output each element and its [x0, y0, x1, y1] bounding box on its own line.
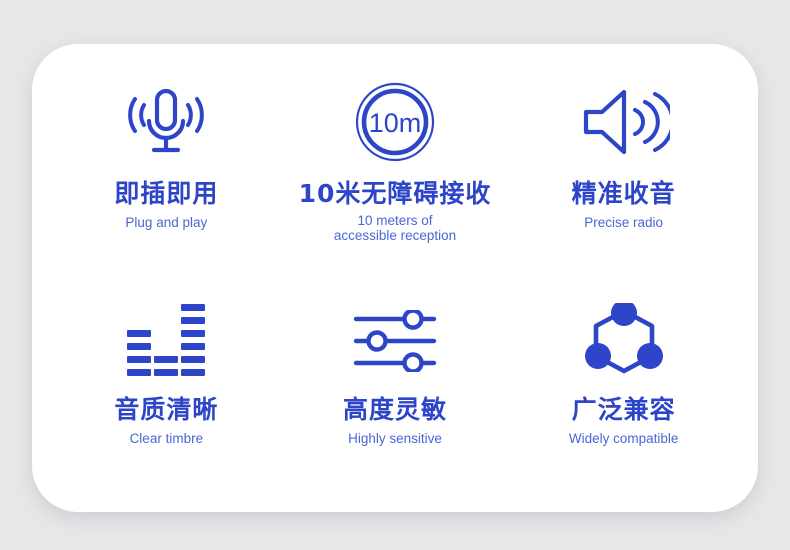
microphone-icon: [123, 76, 209, 168]
sliders-icon: [352, 298, 438, 384]
range-icon-label: 10m: [369, 108, 422, 138]
feature-subtitle: 10 meters of accessible reception: [333, 212, 457, 243]
equalizer-icon: [125, 298, 207, 384]
feature-title: 广泛兼容: [571, 395, 676, 424]
range-10m-icon: 10m: [352, 76, 438, 168]
feature-cell-highly-sensitive: 高度灵敏 Highly sensitive: [281, 276, 510, 490]
feature-subtitle: Precise radio: [584, 214, 664, 230]
feature-title: 精准收音: [571, 179, 676, 208]
feature-cell-clear-timbre: 音质清晰 Clear timbre: [52, 276, 281, 490]
feature-subtitle: Highly sensitive: [348, 430, 442, 446]
feature-subtitle: Widely compatible: [568, 430, 679, 446]
molecule-network-icon: [584, 298, 664, 384]
feature-cell-plug-and-play: 即插即用 Plug and play: [52, 62, 281, 276]
feature-title: 10米无障碍接收: [298, 179, 492, 208]
feature-cell-widely-compatible: 广泛兼容 Widely compatible: [509, 276, 738, 490]
feature-cell-10m-reception: 10m 10米无障碍接收 10 meters of accessible rec…: [281, 62, 510, 276]
feature-subtitle: Clear timbre: [129, 430, 204, 446]
speaker-waves-icon: [578, 76, 670, 168]
feature-cell-precise-radio: 精准收音 Precise radio: [509, 62, 738, 276]
feature-card: 即插即用 Plug and play 10m 10米无障碍接收 10 meter…: [32, 44, 758, 512]
feature-title: 即插即用: [114, 179, 219, 208]
feature-title: 高度灵敏: [342, 395, 447, 424]
feature-title: 音质清晰: [114, 395, 219, 424]
feature-grid-page: 即插即用 Plug and play 10m 10米无障碍接收 10 meter…: [0, 0, 790, 550]
feature-subtitle: Plug and play: [125, 214, 208, 230]
